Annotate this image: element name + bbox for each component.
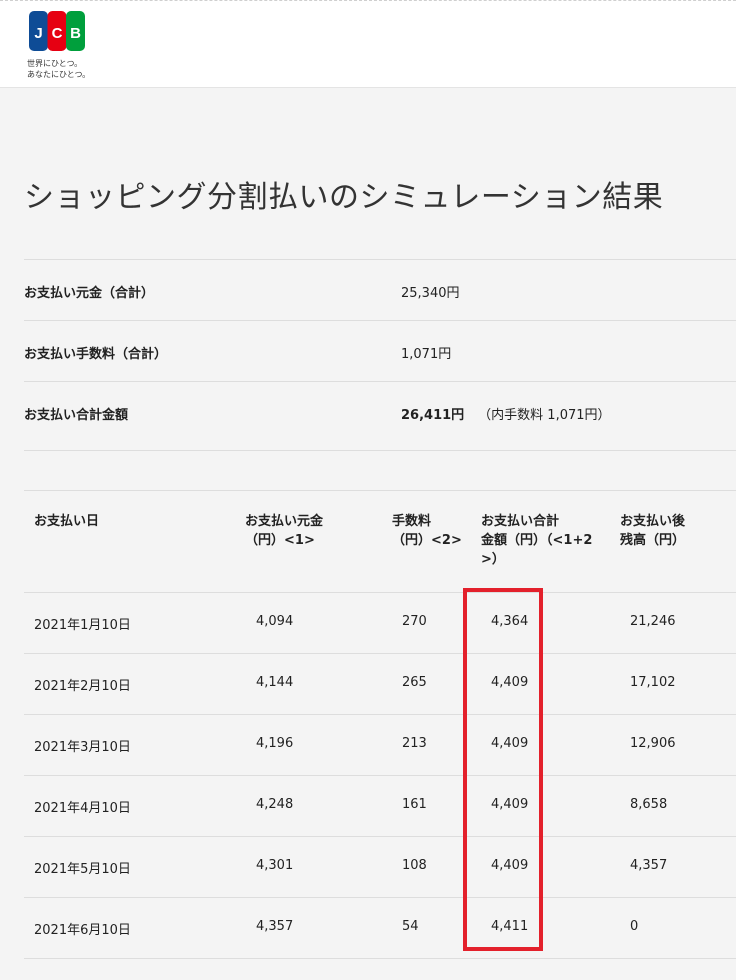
cell-balance: 8,658 <box>630 797 668 812</box>
table-row: 2021年3月10日 4,196 213 4,409 12,906 <box>24 715 736 776</box>
cell-principal: 4,301 <box>256 858 294 873</box>
cell-principal: 4,094 <box>256 614 294 629</box>
cell-date: 2021年6月10日 <box>34 923 131 938</box>
table-row: 2021年2月10日 4,144 265 4,409 17,102 <box>24 654 736 715</box>
header-fee-line1: 手数料 <box>392 514 432 529</box>
header-total-line2: 金額（円）（<1+2 <box>481 533 593 548</box>
summary-row-total: お支払い合計金額 26,411円 （内手数料 1,071円） <box>24 382 736 451</box>
summary-row-principal: お支払い元金（合計） 25,340円 <box>24 260 736 321</box>
cell-fee: 270 <box>402 614 427 629</box>
header-date-label: お支払い日 <box>34 514 100 529</box>
header-fee: 手数料 （円）<2> <box>392 512 462 550</box>
table-row: 2021年1月10日 4,094 270 4,364 21,246 <box>24 593 736 654</box>
table-header: お支払い日 お支払い元金 （円）<1> 手数料 （円）<2> お支払い合計 金額… <box>24 491 736 593</box>
logo-letter-j: J <box>34 25 42 42</box>
summary-value: 26,411円 （内手数料 1,071円） <box>401 404 611 423</box>
logo-letter-c: C <box>52 25 63 42</box>
jcb-logo[interactable]: J C B <box>29 11 85 51</box>
cell-balance: 4,357 <box>630 858 668 873</box>
cell-fee: 54 <box>402 919 419 934</box>
cell-fee: 265 <box>402 675 427 690</box>
summary-table: お支払い元金（合計） 25,340円 お支払い手数料（合計） 1,071円 お支… <box>24 259 736 451</box>
cell-date: 2021年4月10日 <box>34 801 131 816</box>
header-principal-line1: お支払い元金 <box>245 514 324 529</box>
cell-balance: 21,246 <box>630 614 676 629</box>
table-row: 2021年5月10日 4,301 108 4,409 4,357 <box>24 837 736 898</box>
header-principal-line2: （円）<1> <box>245 533 315 548</box>
cell-date: 2021年3月10日 <box>34 740 131 755</box>
summary-fee-note: （内手数料 1,071円） <box>478 408 611 423</box>
cell-total: 4,409 <box>491 797 529 812</box>
summary-label: お支払い合計金額 <box>24 408 129 423</box>
cell-principal: 4,357 <box>256 919 294 934</box>
logo-tagline: 世界にひとつ。 あなたにひとつ。 <box>27 58 90 80</box>
header-fee-line2: （円）<2> <box>392 533 462 548</box>
cell-principal: 4,248 <box>256 797 294 812</box>
summary-value: 1,071円 <box>401 347 452 362</box>
cell-total: 4,411 <box>491 919 529 934</box>
summary-total-amount: 26,411円 <box>401 408 465 423</box>
cell-date: 2021年2月10日 <box>34 679 131 694</box>
cell-fee: 161 <box>402 797 427 812</box>
logo-letter-b: B <box>70 25 81 42</box>
cell-total: 4,409 <box>491 858 529 873</box>
table-row: 2021年6月10日 4,357 54 4,411 0 <box>24 898 736 959</box>
tagline-line-1: 世界にひとつ。 <box>27 59 83 68</box>
cell-fee: 108 <box>402 858 427 873</box>
tagline-line-2: あなたにひとつ。 <box>27 70 91 79</box>
summary-value: 25,340円 <box>401 286 460 301</box>
header-balance-line2: 残高（円） <box>620 533 686 548</box>
summary-label: お支払い元金（合計） <box>24 286 155 301</box>
cell-date: 2021年5月10日 <box>34 862 131 877</box>
payment-schedule-table: お支払い日 お支払い元金 （円）<1> 手数料 （円）<2> お支払い合計 金額… <box>24 490 736 959</box>
cell-total: 4,409 <box>491 736 529 751</box>
header-principal: お支払い元金 （円）<1> <box>245 512 323 550</box>
summary-label: お支払い手数料（合計） <box>24 347 168 362</box>
header-total: お支払い合計 金額（円）（<1+2 >） <box>481 512 592 569</box>
header-total-line3: >） <box>481 552 505 567</box>
page-title: ショッピング分割払いのシミュレーション結果 <box>24 180 664 215</box>
cell-fee: 213 <box>402 736 427 751</box>
summary-row-fee: お支払い手数料（合計） 1,071円 <box>24 321 736 382</box>
cell-date: 2021年1月10日 <box>34 618 131 633</box>
header-total-line1: お支払い合計 <box>481 514 560 529</box>
header-date: お支払い日 <box>34 512 99 531</box>
cell-principal: 4,196 <box>256 736 294 751</box>
table-row: 2021年4月10日 4,248 161 4,409 8,658 <box>24 776 736 837</box>
cell-principal: 4,144 <box>256 675 294 690</box>
cell-balance: 17,102 <box>630 675 676 690</box>
site-header: J C B 世界にひとつ。 あなたにひとつ。 <box>0 0 736 88</box>
jcb-logo-icon: J C B <box>29 11 85 51</box>
cell-balance: 12,906 <box>630 736 676 751</box>
header-balance: お支払い後 残高（円） <box>620 512 685 550</box>
cell-total: 4,364 <box>491 614 529 629</box>
header-balance-line1: お支払い後 <box>620 514 686 529</box>
cell-total: 4,409 <box>491 675 529 690</box>
cell-balance: 0 <box>630 919 639 934</box>
